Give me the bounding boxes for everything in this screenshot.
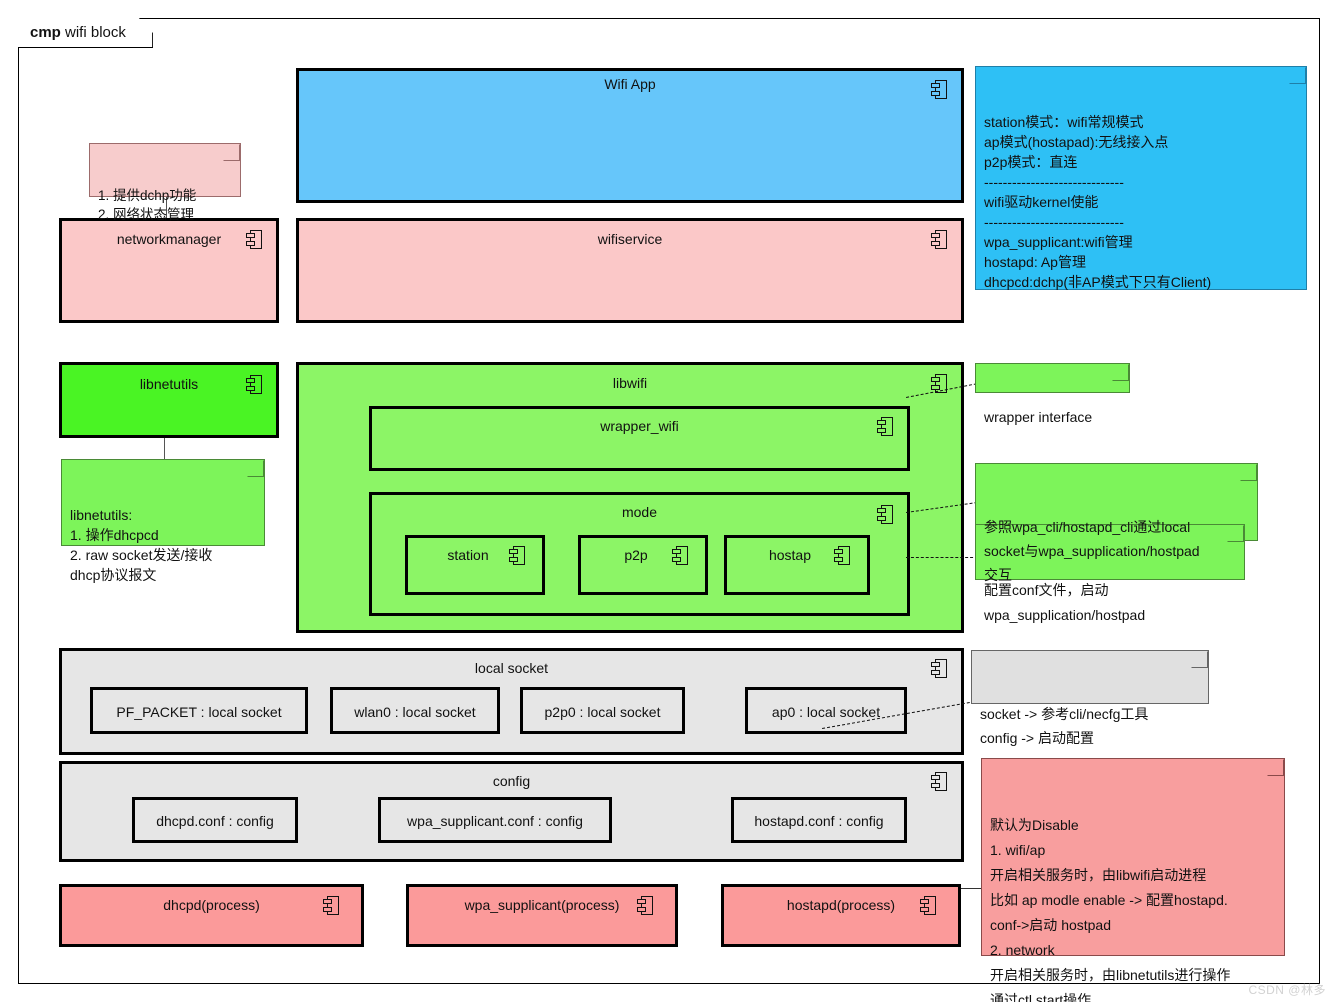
component-icon (931, 230, 947, 249)
note-wifi-modes: station模式：wifi常规模式 ap模式(hostapad):无线接入点 … (975, 66, 1307, 290)
component-label: libwifi (612, 375, 648, 391)
component-icon (637, 896, 653, 915)
component-wlan0-socket[interactable]: wlan0 : local socket (330, 687, 500, 734)
note-libnetutils: libnetutils: 1. 操作dhcpcd 2. raw socket发送… (61, 459, 265, 583)
component-mode[interactable]: mode station p2p hostap (369, 492, 910, 616)
note-fold-icon (1240, 464, 1257, 481)
component-dhcpd-conf[interactable]: dhcpd.conf : config (132, 797, 298, 843)
component-icon (920, 896, 936, 915)
frame-title-tab: cmp wifi block (18, 18, 153, 48)
component-wpa-supplicant-conf[interactable]: wpa_supplicant.conf : config (378, 797, 612, 843)
component-wrapper-wifi[interactable]: wrapper_wifi (369, 406, 910, 471)
note-text: libnetutils: 1. 操作dhcpcd 2. raw socket发送… (70, 507, 213, 583)
component-libnetutils[interactable]: libnetutils (59, 362, 279, 438)
component-label: wrapper_wifi (600, 418, 679, 434)
component-ap0-socket[interactable]: ap0 : local socket (745, 687, 907, 734)
note-text: socket -> 参考cli/necfg工具 config -> 启动配置 (980, 706, 1149, 746)
component-icon (931, 80, 947, 99)
component-p2p[interactable]: p2p (578, 535, 708, 595)
component-p2p0-socket[interactable]: p2p0 : local socket (520, 687, 685, 734)
diagram-canvas: cmp wifi block Wifi App station模式：wifi常规… (0, 0, 1338, 1002)
component-hostapd-process[interactable]: hostapd(process) (721, 884, 961, 947)
component-icon (246, 375, 262, 394)
note-text: 默认为Disable 1. wifi/ap 开启相关服务时，由libwifi启动… (990, 817, 1231, 1002)
component-icon (877, 505, 893, 524)
component-icon (509, 546, 525, 565)
component-label: wlan0 : local socket (354, 704, 476, 720)
component-icon (834, 546, 850, 565)
component-label: Wifi App (604, 76, 656, 92)
component-label: p2p (624, 547, 648, 563)
component-label: networkmanager (116, 231, 222, 247)
component-label: hostapd(process) (786, 897, 896, 913)
component-pf-packet-socket[interactable]: PF_PACKET : local socket (90, 687, 308, 734)
component-config[interactable]: config dhcpd.conf : config wpa_supplican… (59, 761, 964, 862)
component-icon (931, 374, 947, 393)
component-hostap[interactable]: hostap (724, 535, 870, 595)
component-label: mode (621, 504, 658, 520)
component-label: wifiservice (597, 231, 663, 247)
note-text: station模式：wifi常规模式 ap模式(hostapad):无线接入点 … (984, 114, 1212, 290)
note-fold-icon (1112, 364, 1129, 381)
component-networkmanager[interactable]: networkmanager (59, 218, 279, 323)
note-networkmanager: 1. 提供dchp功能 2. 网络状态管理 (89, 143, 241, 222)
component-label: station (447, 547, 489, 563)
frame-keyword: cmp (30, 24, 61, 41)
component-hostapd-conf[interactable]: hostapd.conf : config (731, 797, 907, 843)
component-station[interactable]: station (405, 535, 545, 595)
component-icon (323, 896, 339, 915)
component-wifi-app[interactable]: Wifi App (296, 68, 964, 203)
component-label: hostapd.conf : config (754, 813, 884, 829)
frame-title: wifi block (65, 24, 126, 41)
component-icon (877, 417, 893, 436)
note-socket-config: socket -> 参考cli/necfg工具 config -> 启动配置 (971, 650, 1209, 746)
note-text: 配置conf文件，启动 wpa_supplication/hostpad (984, 582, 1146, 623)
component-icon (931, 659, 947, 678)
component-label: dhcpd.conf : config (156, 813, 274, 829)
component-local-socket[interactable]: local socket PF_PACKET : local socket wl… (59, 648, 964, 755)
component-label: p2p0 : local socket (544, 704, 661, 720)
note-text: 1. 提供dchp功能 2. 网络状态管理 (98, 188, 197, 222)
note-fold-icon (247, 460, 264, 477)
note-process-startup: 默认为Disable 1. wifi/ap 开启相关服务时，由libwifi启动… (981, 758, 1285, 1002)
component-dhcpd-process[interactable]: dhcpd(process) (59, 884, 364, 947)
component-label: hostap (768, 547, 812, 563)
component-label: PF_PACKET : local socket (116, 704, 282, 720)
component-label: local socket (474, 660, 549, 676)
component-label: dhcpd(process) (163, 897, 260, 913)
component-label: wpa_supplicant.conf : config (407, 813, 583, 829)
component-label: wpa_supplicant(process) (464, 897, 620, 913)
component-label: ap0 : local socket (771, 704, 881, 720)
component-wifiservice[interactable]: wifiservice (296, 218, 964, 323)
component-icon (672, 546, 688, 565)
note-text: 参照wpa_cli/hostapd_cli通过local socket与wpa_… (984, 519, 1200, 583)
note-mode-local-socket: 参照wpa_cli/hostapd_cli通过local socket与wpa_… (975, 463, 1258, 583)
component-wpa-supplicant-process[interactable]: wpa_supplicant(process) (406, 884, 678, 947)
component-label: config (492, 773, 531, 789)
component-label: libnetutils (139, 376, 199, 392)
note-fold-icon (223, 144, 240, 161)
note-fold-icon (1267, 759, 1284, 776)
note-fold-icon (1289, 67, 1306, 84)
component-libwifi[interactable]: libwifi wrapper_wifi mode station p2p ho… (296, 362, 964, 633)
note-text: wrapper interface (984, 409, 1093, 425)
component-icon (931, 772, 947, 791)
note-fold-icon (1191, 651, 1208, 668)
note-wrapper-interface: wrapper interface (975, 363, 1130, 425)
component-icon (246, 230, 262, 249)
